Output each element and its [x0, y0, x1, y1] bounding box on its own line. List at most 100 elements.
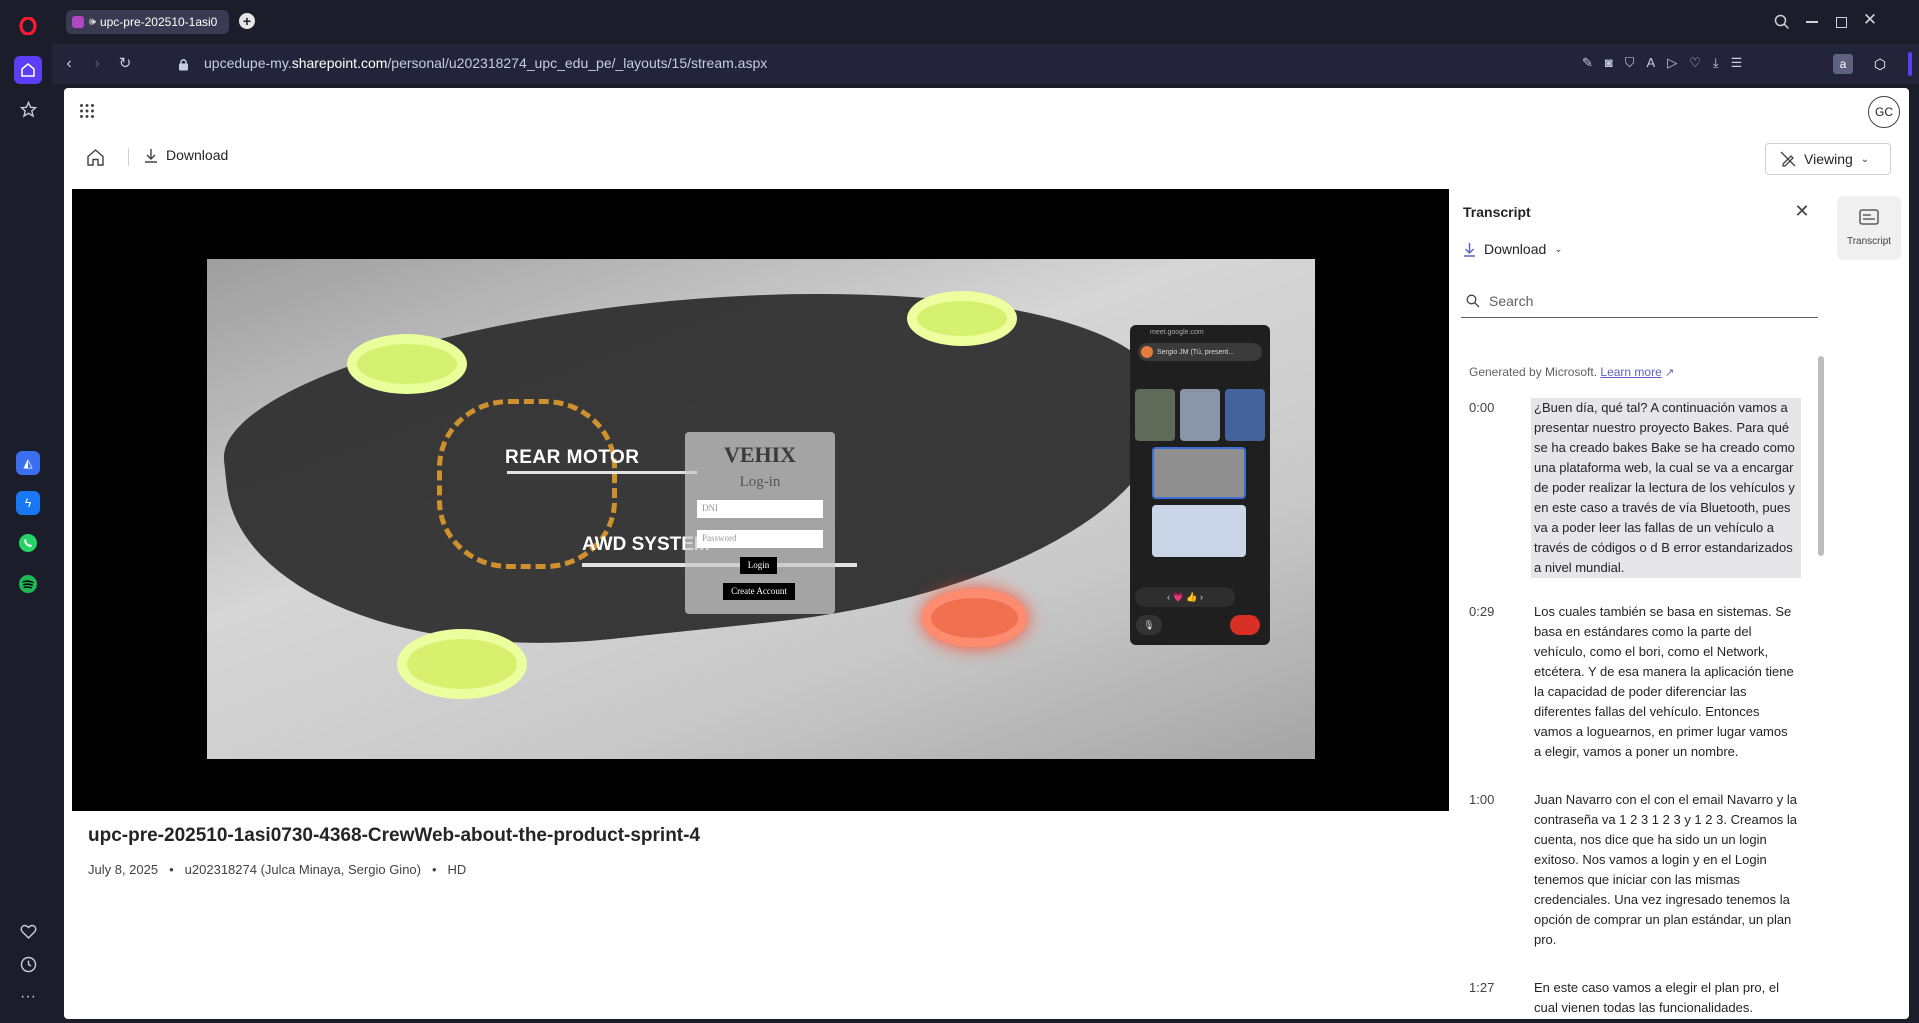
- meet-url: meet.google.com: [1150, 329, 1204, 336]
- download-icon: [144, 148, 158, 163]
- meet-tile-2: [1180, 389, 1220, 441]
- presenter-label: Sergio JM (Tú, present...: [1157, 348, 1235, 356]
- translate-icon[interactable]: A: [1647, 55, 1656, 73]
- transcript-search[interactable]: Search: [1461, 284, 1818, 318]
- opera-logo-icon[interactable]: [16, 14, 40, 38]
- segment-text: ¿Buen día, qué tal? A continuación vamos…: [1531, 398, 1801, 578]
- reload-icon[interactable]: ↻: [116, 54, 134, 72]
- vehix-brand: VEHIX: [723, 442, 797, 467]
- meet-reactions: ‹ 💗 👍 ›: [1135, 587, 1235, 607]
- transcript-icon: [1859, 209, 1879, 225]
- speaker-icon[interactable]: 🕪: [89, 16, 96, 29]
- meet-self-tile: [1152, 505, 1246, 557]
- login-heading: Log-in: [739, 474, 781, 490]
- password-field: Password: [697, 530, 823, 548]
- easy-setup-icon[interactable]: ☰: [1731, 55, 1743, 73]
- transcript-title: Transcript: [1463, 204, 1531, 220]
- stream-favicon-icon: [72, 16, 84, 28]
- video-quality: HD: [447, 862, 467, 877]
- back-icon[interactable]: ‹: [60, 55, 78, 73]
- cube-icon[interactable]: ⬡: [1870, 54, 1890, 74]
- command-divider: [128, 148, 129, 166]
- whatsapp-icon[interactable]: [16, 531, 40, 555]
- search-placeholder: Search: [1489, 292, 1534, 309]
- dni-field: DNI: [697, 500, 823, 518]
- home-nav-icon[interactable]: [84, 146, 106, 168]
- viewing-mode-button[interactable]: Viewing ⌄: [1765, 143, 1891, 175]
- tab-title: upc-pre-202510-1asi0: [99, 15, 218, 29]
- home-icon[interactable]: [14, 56, 42, 84]
- segment-text: En este caso vamos a elegir el plan pro,…: [1534, 980, 1779, 1015]
- lock-icon[interactable]: [176, 56, 190, 72]
- learn-more-link[interactable]: Learn more: [1600, 365, 1661, 379]
- address-bar: ‹ › ↻ upcedupe-my.sharepoint.com/persona…: [52, 44, 1919, 84]
- rear-motor-underline: [507, 471, 697, 474]
- app-launcher-icon[interactable]: [78, 102, 96, 120]
- presenter-avatar: [1141, 346, 1153, 358]
- video-meta: July 8, 2025 • u202318274 (Julca Minaya,…: [88, 862, 466, 877]
- edit-icon[interactable]: ✎: [1582, 55, 1593, 73]
- play-icon[interactable]: ▷: [1667, 55, 1677, 73]
- segment-time[interactable]: 1:00: [1469, 790, 1494, 810]
- pen-slash-icon: [1780, 151, 1796, 167]
- viewing-label: Viewing: [1804, 151, 1853, 167]
- minimize-icon[interactable]: [1802, 12, 1822, 32]
- video-owner[interactable]: u202318274 (Julca Minaya, Sergio Gino): [185, 862, 421, 877]
- favorite-heart-icon[interactable]: ♡: [1689, 55, 1701, 73]
- star-icon[interactable]: [16, 97, 40, 121]
- close-transcript-icon[interactable]: ✕: [1791, 200, 1813, 222]
- segment-time[interactable]: 0:00: [1469, 398, 1494, 418]
- search-icon: [1466, 294, 1480, 308]
- video-title: upc-pre-202510-1asi0730-4368-CrewWeb-abo…: [88, 825, 701, 846]
- new-tab-icon[interactable]: +: [239, 13, 255, 29]
- car-wheel-front: [347, 334, 467, 394]
- forward-icon[interactable]: ›: [88, 55, 106, 73]
- generated-by-text: Generated by Microsoft.: [1469, 365, 1598, 379]
- segment-time[interactable]: 1:27: [1469, 978, 1494, 998]
- segment-time[interactable]: 0:29: [1469, 602, 1494, 622]
- end-call-icon: [1230, 615, 1260, 635]
- video-frame: REAR MOTOR AWD SYSTEM VEHIX Log-in DNI P…: [207, 259, 1315, 759]
- maximize-icon[interactable]: [1831, 12, 1851, 32]
- aria-icon[interactable]: ◭: [16, 451, 40, 475]
- video-player[interactable]: REAR MOTOR AWD SYSTEM VEHIX Log-in DNI P…: [72, 189, 1449, 811]
- shield-icon[interactable]: ⛉: [1625, 55, 1635, 73]
- user-avatar[interactable]: GC: [1868, 96, 1900, 128]
- rear-motor-label: REAR MOTOR: [505, 447, 640, 468]
- transcript-download-button[interactable]: Download ⌄: [1463, 241, 1563, 257]
- stream-page: GC Download Viewing ⌄ REAR MOTOR AWD SYS…: [64, 88, 1909, 1019]
- camera-icon[interactable]: ◙: [1605, 55, 1613, 73]
- car-wheel-top: [907, 291, 1017, 346]
- url-field[interactable]: upcedupe-my.sharepoint.com/personal/u202…: [204, 55, 767, 71]
- profile-badge[interactable]: a: [1833, 54, 1853, 74]
- create-account-button: Create Account: [723, 583, 795, 600]
- close-window-icon[interactable]: ✕: [1860, 10, 1880, 30]
- more-icon[interactable]: ···: [16, 985, 40, 1009]
- video-date: July 8, 2025: [88, 862, 159, 877]
- browser-sidebar: ◭ ϟ ···: [0, 0, 52, 1023]
- search-tabs-icon[interactable]: [1772, 12, 1792, 32]
- history-icon[interactable]: [16, 952, 40, 976]
- transcript-rail-button[interactable]: Transcript: [1837, 196, 1901, 260]
- meet-screen-tile: [1152, 447, 1246, 499]
- downloads-icon[interactable]: ⤓: [1713, 55, 1719, 73]
- car-wheel-red: [922, 589, 1027, 647]
- login-card: VEHIX Log-in DNI Password Login Create A…: [685, 432, 835, 614]
- transcript-scrollbar[interactable]: [1818, 356, 1824, 556]
- segment-text: Los cuales también se basa en sistemas. …: [1534, 604, 1794, 759]
- transcript-panel: Transcript ✕ Download ⌄ Search Generated…: [1461, 188, 1871, 1019]
- sidebar-accent: [1908, 52, 1912, 76]
- meet-presenter: Sergio JM (Tú, present...: [1138, 343, 1262, 361]
- messenger-icon[interactable]: ϟ: [16, 491, 40, 515]
- heart-icon[interactable]: [16, 919, 40, 943]
- browser-tab[interactable]: 🕪 upc-pre-202510-1asi0: [66, 10, 229, 34]
- generated-by: Generated by Microsoft. Learn more ↗: [1469, 365, 1674, 379]
- mic-icon: 🎙: [1136, 615, 1162, 635]
- external-link-icon: ↗: [1665, 367, 1675, 379]
- transcript-download-label: Download: [1484, 241, 1547, 257]
- login-button: Login: [740, 557, 777, 574]
- spotify-icon[interactable]: [16, 572, 40, 596]
- transcript-list: 0:00 ¿Buen día, qué tal? A continuación …: [1469, 398, 1809, 1019]
- download-button[interactable]: Download: [144, 147, 228, 163]
- meet-popup: meet.google.com Sergio JM (Tú, present..…: [1130, 325, 1270, 645]
